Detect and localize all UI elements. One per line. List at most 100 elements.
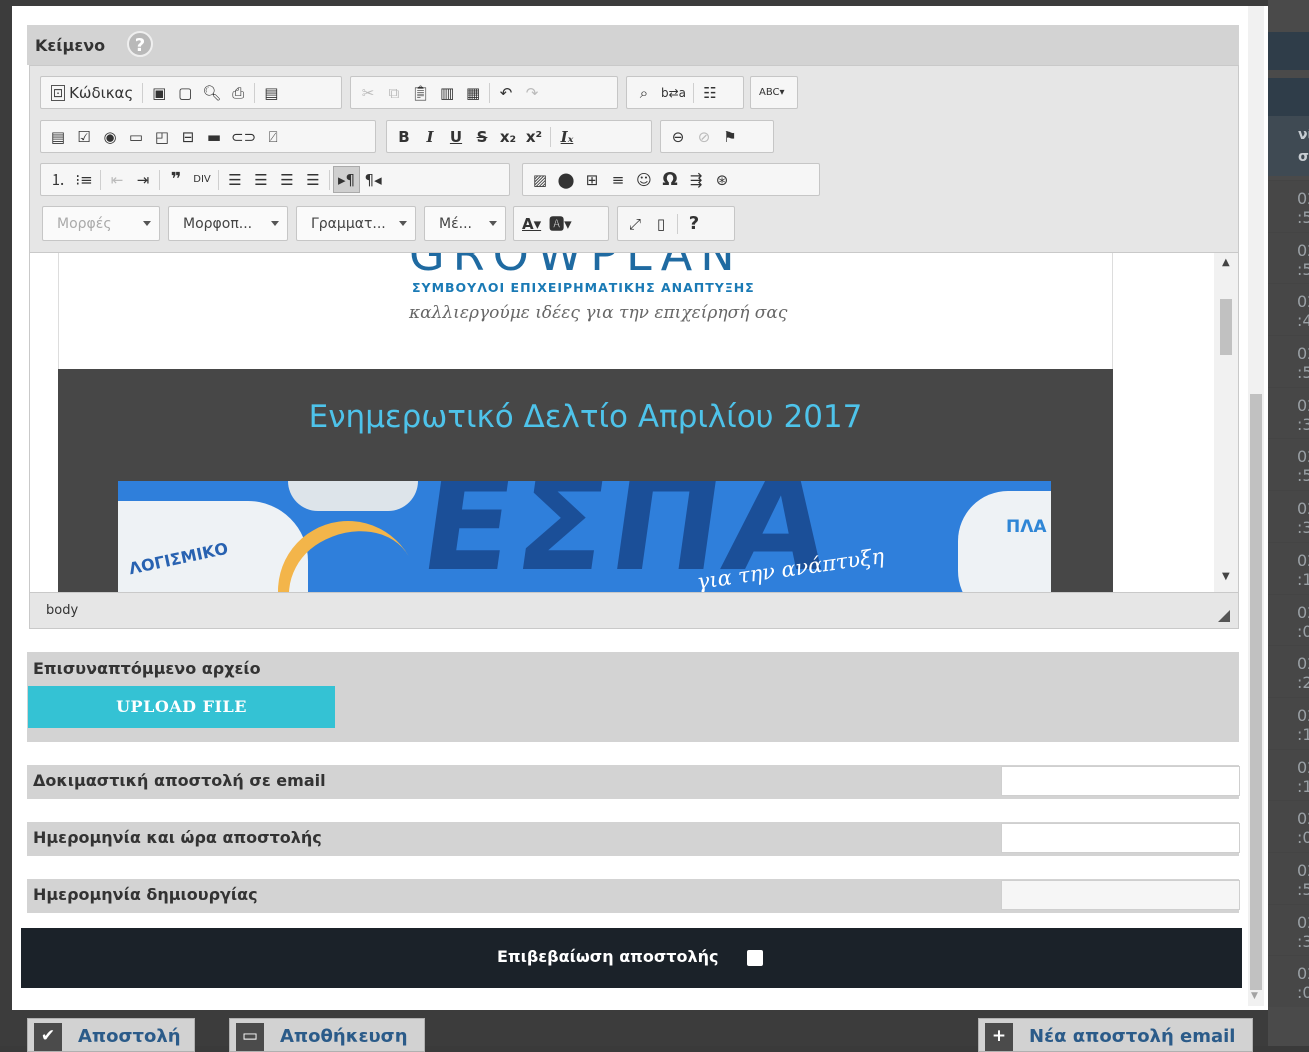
iframe-globe-icon[interactable]: ⊛ [709,166,735,193]
format-dropdown[interactable]: Μορφοπ... [168,206,288,241]
templates-icon[interactable]: ▤ [258,79,284,106]
confirm-send-label: Επιβεβαίωση αποστολής [497,947,719,966]
about-help-button[interactable]: ? [681,210,707,237]
folder-icon: ▭ [236,1023,264,1051]
textarea-icon[interactable]: ◰ [149,123,175,150]
toolbar-group-find: ⌕ b⇄a ☷ [626,76,744,109]
send-datetime-input[interactable] [1001,823,1240,853]
justify-icon[interactable]: ☰ [300,166,326,193]
cut-icon[interactable]: ✂ [355,79,381,106]
newsletter-block: Ενημερωτικό Δελτίο Απριλίου 2017 ΕΣΠΑ ΛΟ… [58,369,1113,592]
copy-icon[interactable]: ⧉ [381,79,407,106]
replace-icon[interactable]: b⇄a [657,79,690,106]
redo-icon[interactable]: ↷ [519,79,545,106]
source-icon: ⊡ [51,84,66,101]
radio-icon[interactable]: ◉ [97,123,123,150]
maximize-icon[interactable]: ⤢ [622,210,648,237]
smiley-icon[interactable]: ☺ [631,166,657,193]
div-container-icon[interactable]: DIV [189,166,215,193]
image-icon[interactable]: ▨ [527,166,553,193]
anchor-flag-icon[interactable]: ⚑ [717,123,743,150]
editor-scrollbar[interactable]: ▲ ▼ [1214,253,1238,592]
image-button-icon[interactable]: ⊂⊃ [227,123,260,150]
new-email-button[interactable]: + Νέα αποστολή email [978,1018,1253,1052]
paste-word-icon[interactable]: ▦ [460,79,486,106]
numbered-list-icon[interactable]: ⒈ [45,166,71,193]
find-icon[interactable]: ⌕ [631,79,657,106]
modal-scrollbar-thumb[interactable] [1250,394,1262,990]
save-icon[interactable]: ▣ [146,79,172,106]
paste-text-icon[interactable]: ▥ [434,79,460,106]
preview-icon[interactable]: 🔍︎ [198,79,225,106]
checkbox-icon[interactable]: ☑ [71,123,97,150]
align-left-icon[interactable]: ☰ [222,166,248,193]
paste-icon[interactable]: 📋︎ [407,79,434,106]
flash-icon[interactable]: ⬤ [553,166,579,193]
background-table-column: νία κ στολ 021 -:50 021 -:50 021 -:43 02… [1268,0,1309,1046]
align-center-icon[interactable]: ☰ [248,166,274,193]
send-datetime-label: Ημερομηνία και ώρα αποστολής [33,828,322,847]
spellcheck-icon[interactable]: ABC▾ [755,79,789,106]
send-button[interactable]: ✔ Αποστολή [27,1018,195,1052]
subscript-icon[interactable]: x₂ [495,123,521,150]
scroll-up-arrow-icon[interactable]: ▲ [1222,257,1230,268]
select-field-icon[interactable]: ⊟ [175,123,201,150]
table-icon[interactable]: ⊞ [579,166,605,193]
rtl-icon[interactable]: ¶◂ [360,166,386,193]
chevron-down-icon [489,221,497,226]
toolbar-group-colors: A▾ 🅰︎▾ [513,206,609,241]
outdent-icon[interactable]: ⇤ [104,166,130,193]
upload-file-button[interactable]: UPLOAD FILE [28,686,335,728]
format-dropdown-label: Μορφοπ... [183,216,253,232]
scroll-down-arrow-icon[interactable]: ▼ [1222,571,1230,582]
chevron-down-icon [143,221,151,226]
undo-icon[interactable]: ↶ [493,79,519,106]
select-all-icon[interactable]: ☷ [697,79,723,106]
new-page-icon[interactable]: ▢ [172,79,198,106]
indent-icon[interactable]: ⇥ [130,166,156,193]
align-right-icon[interactable]: ☰ [274,166,300,193]
resize-grip-icon[interactable] [1218,610,1230,622]
show-blocks-icon[interactable]: ▯ [648,210,674,237]
element-path[interactable]: body [46,603,78,618]
background-date-cell: 021 -:43 [1268,283,1309,336]
horizontal-line-icon[interactable]: ≡ [605,166,631,193]
superscript-icon[interactable]: x² [521,123,547,150]
page-break-icon[interactable]: ⇶ [683,166,709,193]
background-color-icon[interactable]: 🅰︎▾ [545,210,576,237]
form-icon[interactable]: ▤ [45,123,71,150]
test-email-input[interactable] [1001,766,1240,796]
strike-button[interactable]: S [469,123,495,150]
hidden-field-icon[interactable]: ⍁ [260,123,286,150]
font-dropdown[interactable]: Γραμματ... [296,206,416,241]
blockquote-icon[interactable]: ❞ [163,166,189,193]
bulleted-list-icon[interactable]: ⁝≡ [71,166,97,193]
save-button[interactable]: ▭ Αποθήκευση [229,1018,425,1052]
toolbar-separator [693,82,695,103]
size-dropdown[interactable]: Μέ... [424,206,506,241]
confirm-send-checkbox[interactable] [747,950,763,966]
link-icon[interactable]: ⊖ [665,123,691,150]
modal-scrollbar[interactable]: ▼ [1248,6,1264,1006]
styles-dropdown[interactable]: Μορφές [42,206,160,241]
size-dropdown-label: Μέ... [439,216,472,232]
special-char-icon[interactable]: Ω [657,166,683,193]
toolbar-group-forms: ▤ ☑ ◉ ▭ ◰ ⊟ ▬ ⊂⊃ ⍁ [40,120,376,153]
source-button[interactable]: ⊡ Κώδικας [45,79,139,106]
bold-button[interactable]: B [391,123,417,150]
scroll-down-arrow-icon[interactable]: ▼ [1251,991,1258,1001]
button-field-icon[interactable]: ▬ [201,123,227,150]
unlink-icon[interactable]: ⊘ [691,123,717,150]
editor-content-area[interactable]: GROWPLAN ΣΥΜΒΟΥΛΟΙ ΕΠΙΧΕΙΡΗΜΑΤΙΚΗΣ ΑΝΑΠΤ… [29,253,1239,592]
editor-scrollbar-thumb[interactable] [1220,299,1232,355]
text-color-icon[interactable]: A▾ [518,210,545,237]
remove-format-icon[interactable]: Iₓ [554,123,580,150]
help-icon[interactable]: ? [127,31,153,57]
textfield-icon[interactable]: ▭ [123,123,149,150]
ltr-icon[interactable]: ▸¶ [333,166,361,193]
italic-button[interactable]: I [417,123,443,150]
print-icon[interactable]: ⎙ [225,79,251,106]
underline-button[interactable]: U [443,123,469,150]
background-left-edge [0,0,12,1046]
background-date-cell: 020 -:00 [1268,800,1309,852]
